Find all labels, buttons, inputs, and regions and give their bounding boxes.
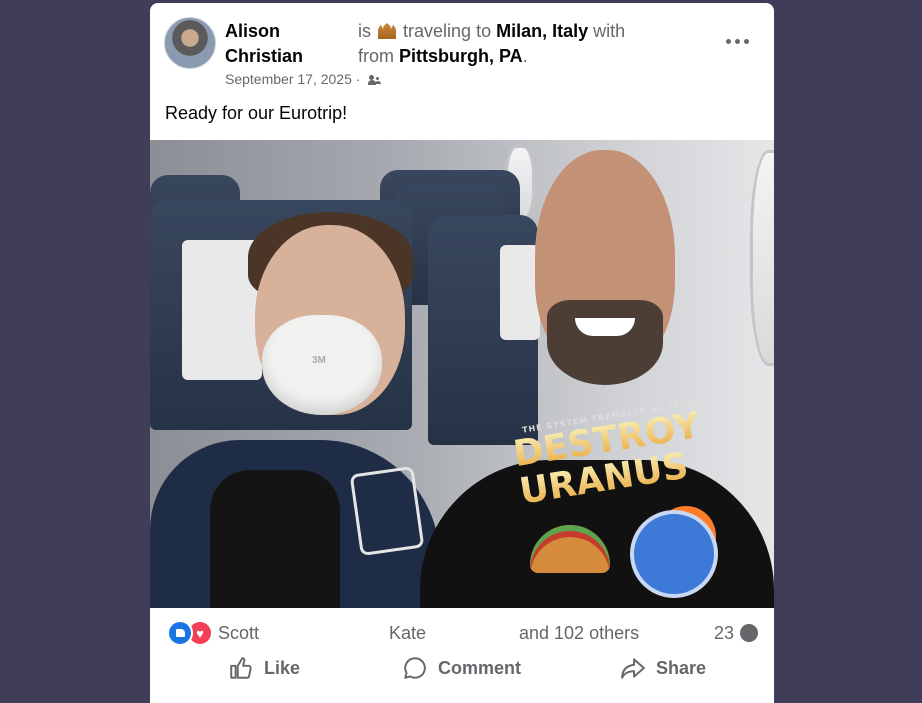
like-label: Like xyxy=(264,657,301,678)
destination-link[interactable]: Milan, Italy xyxy=(496,21,588,41)
plane-window xyxy=(750,150,774,366)
like-button[interactable]: Like xyxy=(228,655,300,681)
origin-suffix: . xyxy=(522,46,528,66)
post-date: September 17, 2025 · xyxy=(225,71,382,87)
logo-patch xyxy=(349,465,425,557)
share-icon xyxy=(621,658,645,679)
action-bar: Like Comment Share xyxy=(150,655,774,691)
smile xyxy=(575,318,635,336)
activity-with: with xyxy=(593,21,626,41)
post-timestamp[interactable]: September 17, 2025 · xyxy=(225,71,360,87)
landmark-icon xyxy=(378,23,397,39)
more-options-button[interactable] xyxy=(722,35,752,47)
beard xyxy=(547,300,663,385)
activity-traveling: traveling to xyxy=(403,21,492,41)
activity-from: from xyxy=(358,46,394,66)
planet-graphic xyxy=(630,510,718,598)
activity-text: is traveling to Milan, Italy with from P… xyxy=(358,19,678,69)
share-label: Share xyxy=(656,657,707,678)
reactor-others[interactable]: and 102 others xyxy=(519,623,639,644)
comment-bubble-icon[interactable] xyxy=(740,624,758,642)
share-button[interactable]: Share xyxy=(620,655,706,681)
headrest xyxy=(500,245,540,340)
activity-is: is xyxy=(358,21,371,41)
post-photo[interactable]: 3M THE SYSTEM TREMBLES AS TACOS DESTROY … xyxy=(150,140,774,608)
like-icon[interactable] xyxy=(167,620,193,646)
author-last-name[interactable]: Christian xyxy=(225,44,303,69)
mask-logo: 3M xyxy=(312,355,326,366)
author-avatar[interactable] xyxy=(164,17,216,69)
post-text: Ready for our Eurotrip! xyxy=(165,103,348,123)
friends-icon[interactable] xyxy=(368,75,382,85)
reactor-name-1[interactable]: Scott xyxy=(218,623,259,644)
person-left-shirt xyxy=(210,470,340,608)
comment-button[interactable]: Comment xyxy=(402,655,521,681)
comment-label: Comment xyxy=(438,657,522,678)
post-card: Alison Christian is traveling to Milan, … xyxy=(150,3,774,703)
reactions-summary[interactable]: Scott Kate and 102 others 23 xyxy=(150,615,774,646)
comment-icon xyxy=(404,657,426,679)
comment-count[interactable]: 23 xyxy=(714,623,734,644)
origin-link[interactable]: Pittsburgh, PA xyxy=(399,46,523,66)
author-first-name[interactable]: Alison xyxy=(225,19,303,44)
dot-icon xyxy=(725,38,731,44)
dot-icon xyxy=(743,38,749,44)
face-mask: 3M xyxy=(262,315,382,415)
reactor-name-2[interactable]: Kate xyxy=(389,623,426,644)
author-name[interactable]: Alison Christian xyxy=(225,19,303,69)
dot-icon xyxy=(734,38,740,44)
thumbs-up-icon xyxy=(230,657,252,679)
